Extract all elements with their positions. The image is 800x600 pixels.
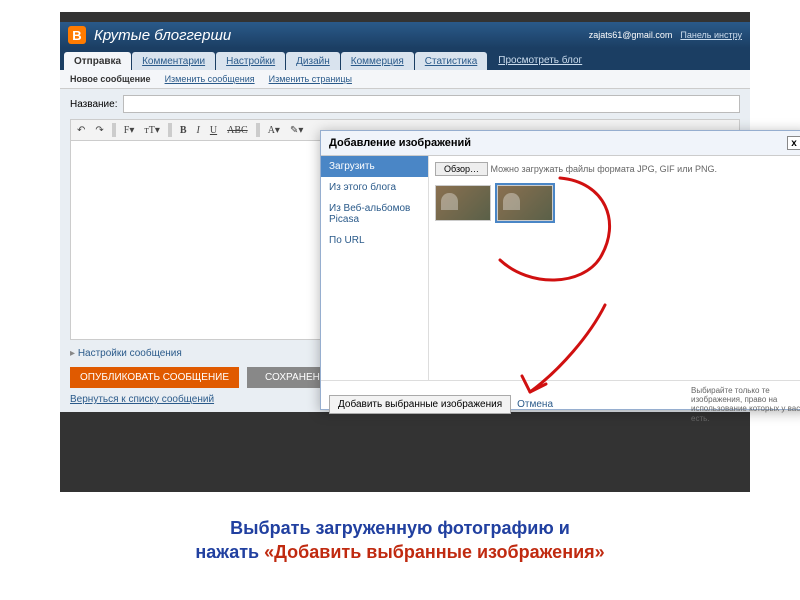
tab-posting[interactable]: Отправка bbox=[64, 52, 131, 70]
font-size-icon[interactable]: тТ▾ bbox=[142, 125, 162, 136]
redo-icon[interactable]: ↷ bbox=[93, 125, 105, 136]
screenshot-frame: B Крутые блоггерши zajats61@gmail.com Па… bbox=[60, 12, 750, 492]
close-icon[interactable]: x bbox=[787, 136, 800, 150]
browse-button[interactable]: Обзор… bbox=[435, 162, 488, 176]
slide-caption: Выбрать загруженную фотографию и нажать … bbox=[0, 516, 800, 565]
add-selected-button[interactable]: Добавить выбранные изображения bbox=[329, 395, 511, 414]
post-title-input[interactable] bbox=[123, 95, 740, 113]
italic-icon[interactable]: I bbox=[195, 125, 202, 136]
blog-title: Крутые блоггерши bbox=[94, 27, 231, 44]
modal-title: Добавление изображений bbox=[329, 137, 471, 149]
upload-format-hint: Можно загружать файлы формата JPG, GIF и… bbox=[491, 164, 717, 174]
image-rights-hint: Выбирайте только те изображения, право н… bbox=[691, 386, 800, 423]
thumbnail-2[interactable] bbox=[497, 185, 553, 221]
subtab-new-post[interactable]: Новое сообщение bbox=[70, 74, 151, 84]
tab-design[interactable]: Дизайн bbox=[286, 52, 340, 70]
cancel-button[interactable]: Отмена bbox=[517, 399, 553, 410]
caption-line2a: нажать bbox=[195, 542, 264, 562]
sidebar-item-upload[interactable]: Загрузить bbox=[321, 156, 428, 177]
bold-icon[interactable]: B bbox=[178, 125, 189, 136]
modal-footer: Добавить выбранные изображения Отмена Вы… bbox=[321, 380, 800, 428]
strike-icon[interactable]: ABC bbox=[225, 125, 250, 136]
sidebar-item-this-blog[interactable]: Из этого блога bbox=[321, 177, 428, 198]
tab-settings[interactable]: Настройки bbox=[216, 52, 285, 70]
subtab-edit-posts[interactable]: Изменить сообщения bbox=[165, 74, 255, 84]
subtab-edit-pages[interactable]: Изменить страницы bbox=[269, 74, 352, 84]
return-to-list-link[interactable]: Вернуться к списку сообщений bbox=[70, 394, 214, 405]
dashboard-link[interactable]: Панель инстру bbox=[680, 30, 742, 40]
modal-body: Загрузить Из этого блога Из Веб-альбомов… bbox=[321, 156, 800, 380]
title-row: Название: bbox=[70, 95, 740, 113]
view-blog-link[interactable]: Просмотреть блог bbox=[488, 51, 592, 70]
separator bbox=[256, 123, 260, 137]
separator bbox=[112, 123, 116, 137]
separator bbox=[168, 123, 172, 137]
underline-icon[interactable]: U bbox=[208, 125, 219, 136]
tab-comments[interactable]: Комментарии bbox=[132, 52, 215, 70]
sidebar-item-picasa[interactable]: Из Веб-альбомов Picasa bbox=[321, 198, 428, 230]
caption-line1: Выбрать загруженную фотографию и bbox=[230, 518, 570, 538]
highlight-icon[interactable]: ✎▾ bbox=[288, 125, 305, 136]
user-email: zajats61@gmail.com bbox=[589, 30, 673, 40]
tab-monetize[interactable]: Коммерция bbox=[341, 52, 414, 70]
modal-main: Обзор… Можно загружать файлы формата JPG… bbox=[429, 156, 800, 380]
modal-header: Добавление изображений x bbox=[321, 131, 800, 156]
top-bar-right: zajats61@gmail.com Панель инстру bbox=[589, 30, 742, 40]
sub-tabs: Новое сообщение Изменить сообщения Измен… bbox=[60, 70, 750, 89]
top-bar: B Крутые блоггерши zajats61@gmail.com Па… bbox=[60, 22, 750, 48]
undo-icon[interactable]: ↶ bbox=[75, 125, 87, 136]
caption-line2b: «Добавить выбранные изображения» bbox=[264, 542, 605, 562]
title-label: Название: bbox=[70, 99, 117, 110]
thumbnail-1[interactable] bbox=[435, 185, 491, 221]
publish-button[interactable]: ОПУБЛИКОВАТЬ СООБЩЕНИЕ bbox=[70, 367, 239, 388]
modal-sidebar: Загрузить Из этого блога Из Веб-альбомов… bbox=[321, 156, 429, 380]
font-family-icon[interactable]: F▾ bbox=[122, 125, 137, 136]
tab-stats[interactable]: Статистика bbox=[415, 52, 488, 70]
sidebar-item-url[interactable]: По URL bbox=[321, 230, 428, 251]
blogger-logo-icon: B bbox=[68, 26, 86, 44]
main-tabs: Отправка Комментарии Настройки Дизайн Ко… bbox=[60, 48, 750, 70]
add-images-modal: Добавление изображений x Загрузить Из эт… bbox=[320, 130, 800, 410]
thumbnails bbox=[435, 185, 800, 221]
text-color-icon[interactable]: A▾ bbox=[266, 125, 282, 136]
